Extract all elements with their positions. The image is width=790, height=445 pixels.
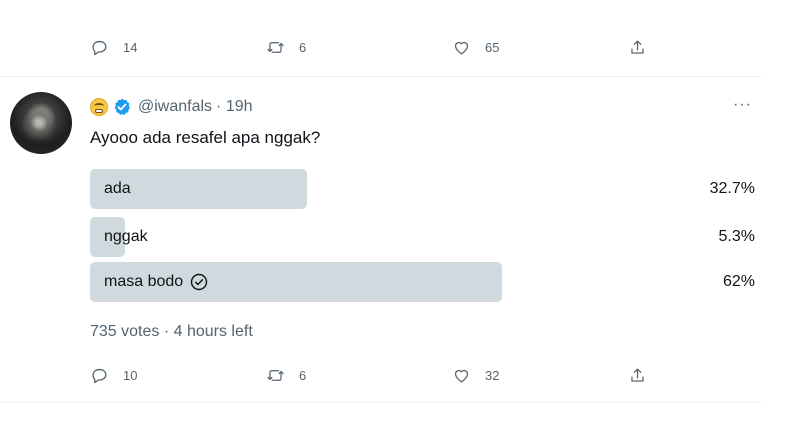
poll-option: ada 32.7% <box>90 169 755 209</box>
avatar[interactable] <box>10 92 72 154</box>
tweet-time[interactable]: · 19h <box>216 98 252 116</box>
check-circle-icon <box>190 273 208 291</box>
tweet-header: @iwanfals · 19h <box>90 96 253 118</box>
reply-button[interactable]: 14 <box>90 32 137 62</box>
verified-badge-icon <box>114 98 131 115</box>
poll-option-percent: 32.7% <box>709 180 755 197</box>
poll-option-percent: 5.3% <box>718 228 755 245</box>
retweet-count: 6 <box>299 367 307 383</box>
share-icon <box>631 40 644 54</box>
tweet-text: Ayooo ada resafel apa nggak? <box>90 128 321 147</box>
divider <box>0 402 762 403</box>
grinning-emoji-icon <box>90 98 108 116</box>
poll-option-percent: 62% <box>722 273 755 290</box>
reply-count: 14 <box>123 39 138 55</box>
reply-count: 10 <box>123 367 138 383</box>
poll-option: masa bodo 62% <box>90 262 755 302</box>
more-options-button[interactable]: ··· <box>733 96 752 114</box>
previous-tweet-actions: 14 6 65 <box>90 32 690 62</box>
share-icon <box>631 368 644 382</box>
poll-summary: 735 votes · 4 hours left <box>90 323 253 340</box>
retweet-icon <box>267 369 284 381</box>
like-icon <box>454 41 469 54</box>
like-count: 65 <box>485 39 500 55</box>
tweet-actions: 10 6 32 <box>90 360 690 390</box>
poll-option-label: masa bodo <box>104 273 184 290</box>
reply-icon <box>92 40 107 55</box>
like-icon <box>454 369 469 382</box>
like-count: 32 <box>485 367 500 383</box>
user-handle[interactable]: @iwanfals <box>138 98 212 116</box>
poll-option-label: ada <box>104 180 131 197</box>
retweet-button[interactable]: 6 <box>266 32 306 62</box>
retweet-icon <box>267 41 284 53</box>
divider <box>0 76 762 77</box>
like-button[interactable]: 65 <box>452 32 499 62</box>
like-button[interactable]: 32 <box>452 360 499 390</box>
reply-button[interactable]: 10 <box>90 360 137 390</box>
share-button[interactable] <box>628 32 647 62</box>
poll-option: nggak 5.3% <box>90 217 755 257</box>
retweet-count: 6 <box>299 39 307 55</box>
retweet-button[interactable]: 6 <box>266 360 306 390</box>
share-button[interactable] <box>628 360 647 390</box>
poll-option-label: nggak <box>104 228 148 245</box>
reply-icon <box>92 368 107 383</box>
